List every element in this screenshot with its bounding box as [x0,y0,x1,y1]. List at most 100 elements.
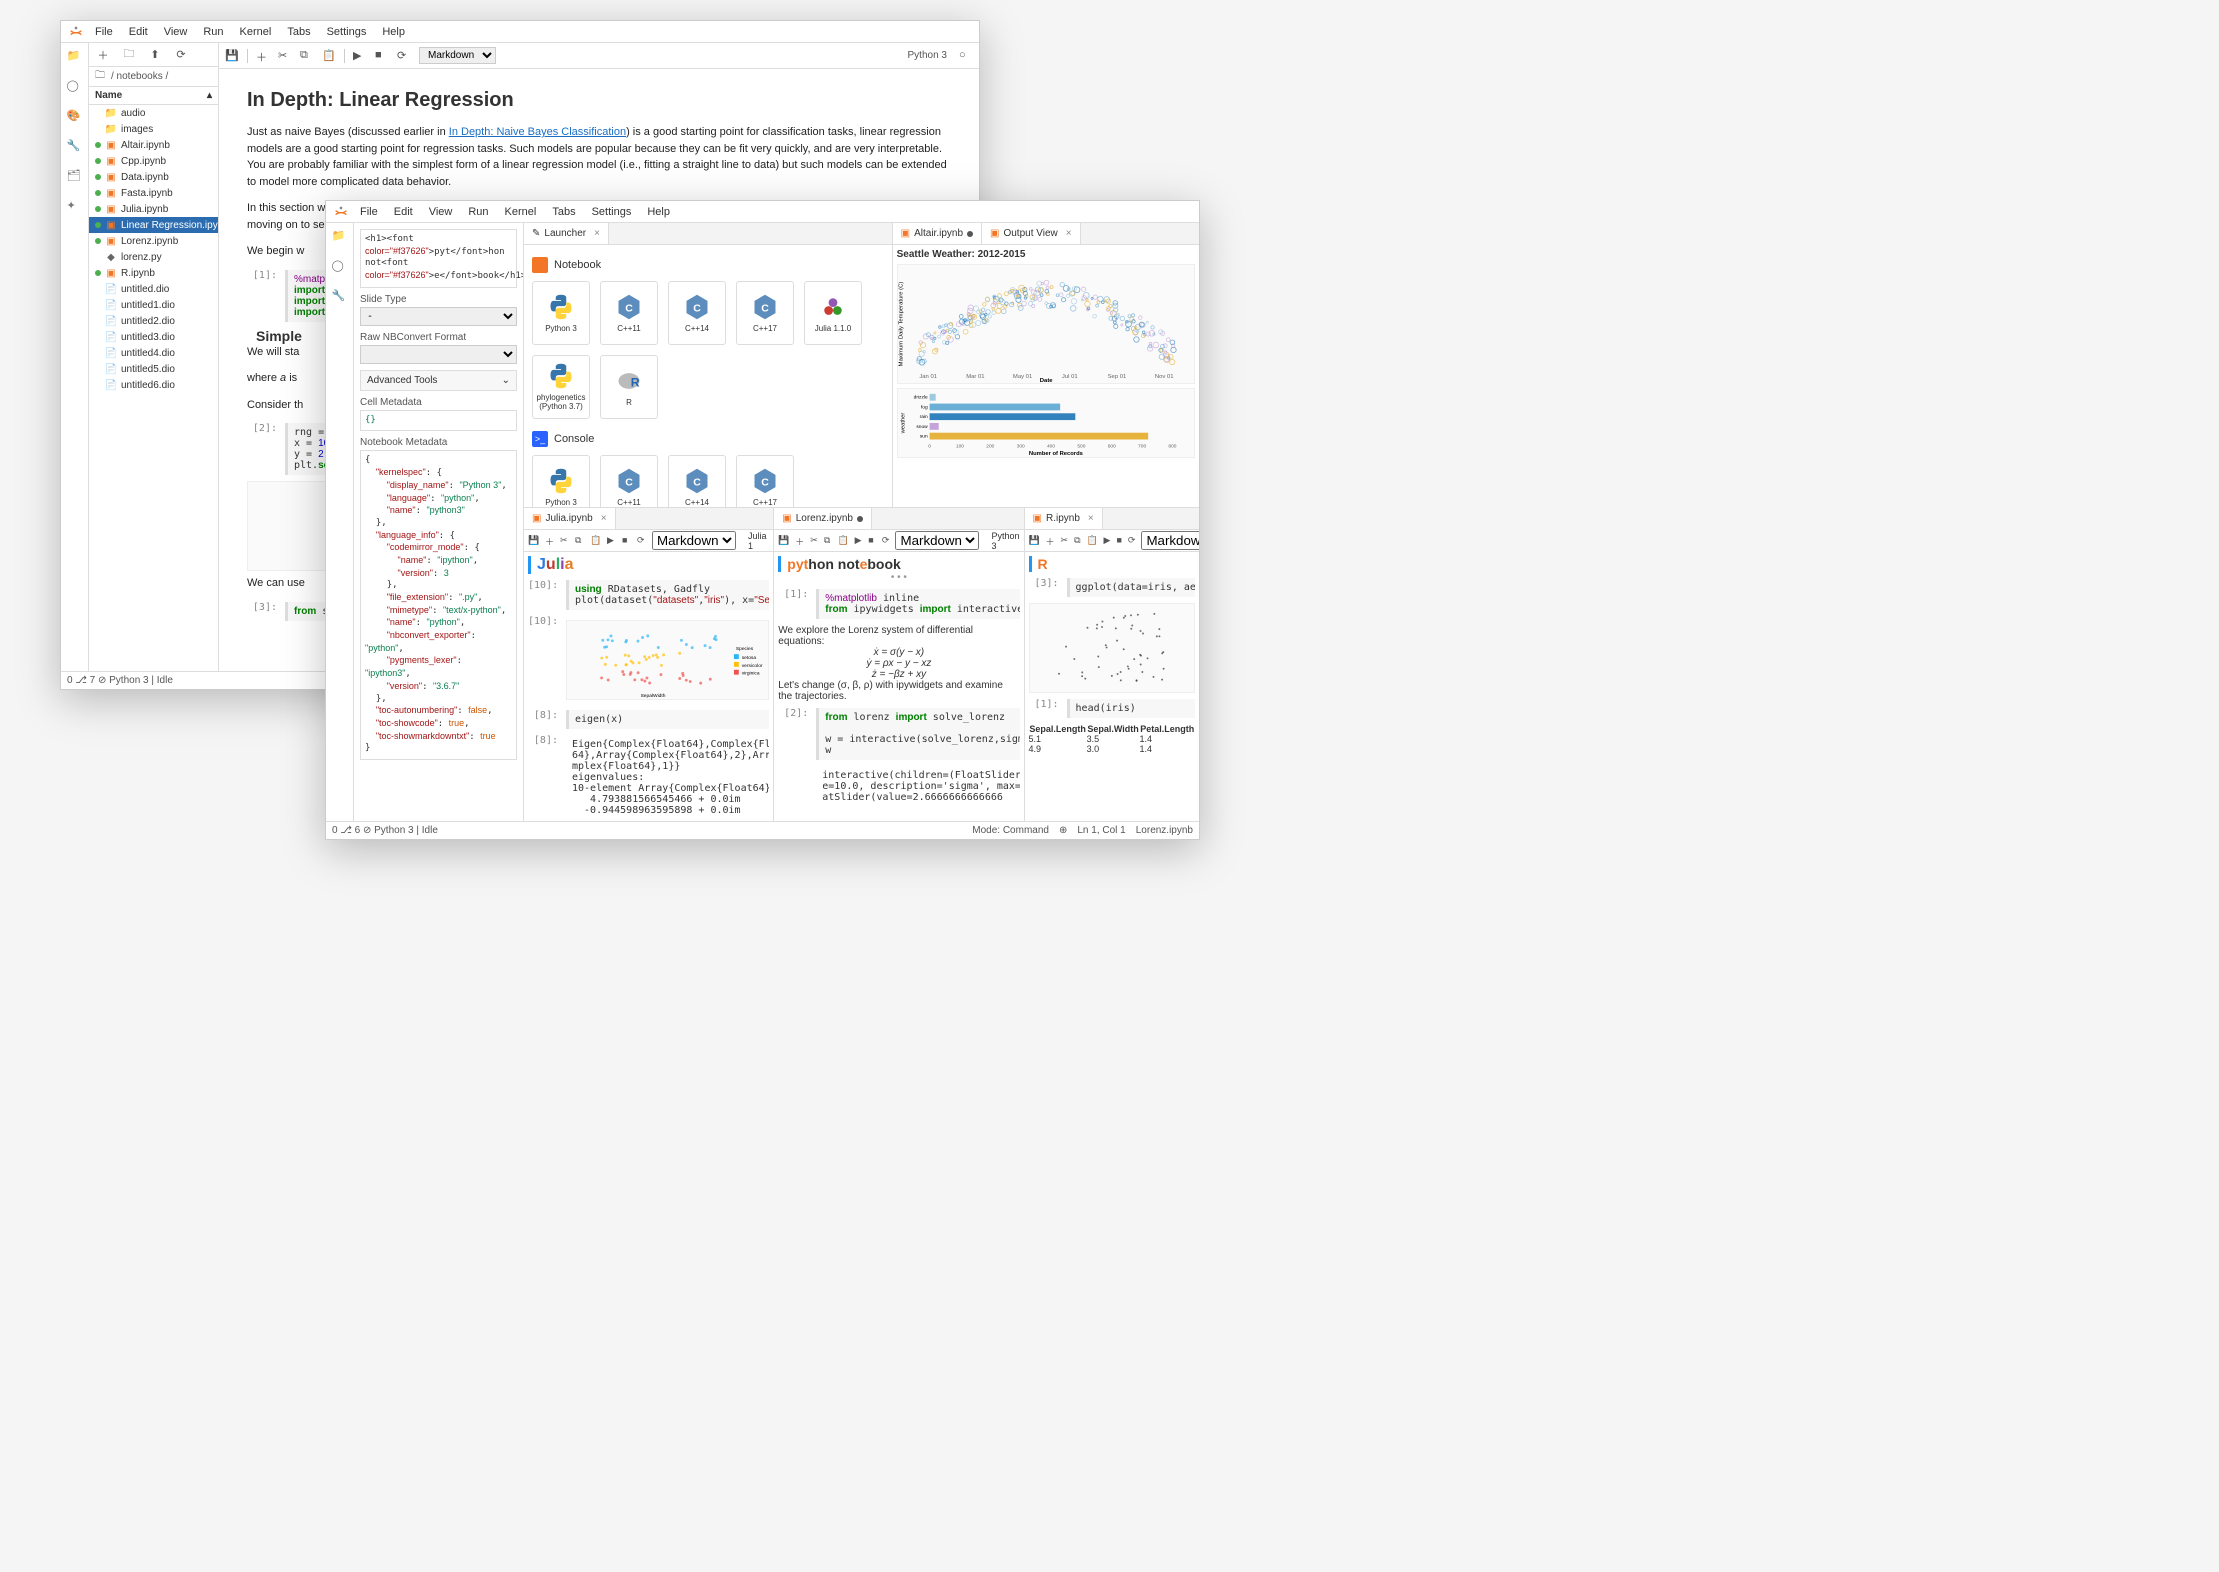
tabs-icon[interactable]: 🗂 [67,169,83,185]
breadcrumb-root-icon[interactable]: 🗀 [95,68,105,85]
folder-icon[interactable]: 📁 [332,229,348,245]
commands-icon[interactable]: 🎨 [67,109,83,125]
save-icon[interactable]: 💾 [778,535,789,546]
lorenz-tab[interactable]: ▣Lorenz.ipynb [774,508,872,529]
altair-tab[interactable]: ▣Altair.ipynb [893,223,982,244]
tools-icon[interactable]: 🔧 [67,139,83,155]
refresh-icon[interactable]: ⟳ [173,47,189,63]
code-cell[interactable]: from lorenz import solve_lorenz w = inte… [816,708,1019,760]
r-notebook[interactable]: R [3]:ggplot(data=iris, aes(x=Sepal.Len … [1025,552,1199,821]
launcher-card[interactable]: CC++14 [668,281,726,345]
file-item[interactable]: ▣Fasta.ipynb [89,185,218,201]
slide-type-select[interactable]: - [360,307,517,326]
stop-icon[interactable]: ■ [375,49,389,63]
code-cell[interactable]: head(iris) [1067,699,1195,718]
file-item[interactable]: ▣Data.ipynb [89,169,218,185]
cell-type-select[interactable]: Markdown [1141,531,1199,550]
launcher-card[interactable]: CC++17 [736,281,794,345]
code-cell[interactable]: using RDatasets, Gadfly plot(dataset("da… [566,580,769,610]
close-icon[interactable]: × [1062,228,1072,239]
file-item[interactable]: ▣Lorenz.ipynb [89,233,218,249]
new-launcher-icon[interactable]: ＋ [95,47,111,63]
restart-icon[interactable]: ⟳ [1128,535,1136,546]
menu-help[interactable]: Help [641,204,676,220]
save-icon[interactable]: 💾 [1029,535,1040,546]
upload-icon[interactable]: ⬆ [147,47,163,63]
cell-metadata-value[interactable]: {} [360,410,517,432]
file-item[interactable]: 📄untitled1.dio [89,297,218,313]
running-icon[interactable]: ◯ [332,259,348,275]
raw-format-select[interactable] [360,345,517,364]
julia-notebook[interactable]: Julia [10]:using RDatasets, Gadfly plot(… [524,552,773,821]
file-item[interactable]: ▣R.ipynb [89,265,218,281]
notebook-metadata-value[interactable]: { "kernelspec": { "display_name": "Pytho… [360,450,517,760]
close-icon[interactable]: × [597,513,607,524]
julia-tab[interactable]: ▣Julia.ipynb× [524,508,616,529]
running-icon[interactable]: ◯ [67,79,83,95]
paste-icon[interactable]: 📋 [590,535,601,546]
file-item[interactable]: 📄untitled5.dio [89,361,218,377]
kernel-name[interactable]: Julia 1 [748,531,769,551]
breadcrumb-path[interactable]: / notebooks / [111,71,168,82]
file-item[interactable]: ▣Julia.ipynb [89,201,218,217]
close-icon[interactable]: × [590,228,600,239]
add-cell-icon[interactable]: ＋ [545,535,554,546]
file-item[interactable]: ▣Cpp.ipynb [89,153,218,169]
save-icon[interactable]: 💾 [225,49,239,63]
save-icon[interactable]: 💾 [528,535,539,546]
add-cell-icon[interactable]: ＋ [256,49,270,63]
launcher-card[interactable]: Python 3 [532,455,590,507]
code-cell[interactable]: %matplotlib inline from ipywidgets impor… [816,589,1019,619]
stop-icon[interactable]: ■ [868,535,876,546]
extension-icon[interactable]: ✦ [67,199,83,215]
menu-view[interactable]: View [158,24,194,40]
launcher-card[interactable]: phylogenetics (Python 3.7) [532,355,590,419]
stop-icon[interactable]: ■ [622,535,631,546]
run-icon[interactable]: ▶ [353,49,367,63]
restart-icon[interactable]: ⟳ [882,535,890,546]
copy-icon[interactable]: ⧉ [824,535,832,546]
output-view-tab[interactable]: ▣Output View× [982,223,1081,244]
cell-type-select[interactable]: Markdown [419,47,496,64]
file-item[interactable]: 📄untitled.dio [89,281,218,297]
column-name[interactable]: Name [95,90,122,101]
launcher-tab[interactable]: ✎Launcher× [524,223,609,244]
menu-kernel[interactable]: Kernel [234,24,278,40]
launcher-card[interactable]: CC++14 [668,455,726,507]
copy-icon[interactable]: ⧉ [300,49,314,63]
run-icon[interactable]: ▶ [607,535,616,546]
menu-settings[interactable]: Settings [586,204,638,220]
kernel-name[interactable]: Python 3 [908,50,951,61]
paste-icon[interactable]: 📋 [1087,535,1098,546]
cut-icon[interactable]: ✂ [810,535,818,546]
paste-icon[interactable]: 📋 [838,535,849,546]
cut-icon[interactable]: ✂ [278,49,292,63]
menu-file[interactable]: File [89,24,119,40]
menu-settings[interactable]: Settings [321,24,373,40]
menu-run[interactable]: Run [462,204,494,220]
menu-tabs[interactable]: Tabs [281,24,316,40]
file-item[interactable]: 📄untitled4.dio [89,345,218,361]
kernel-name[interactable]: Python 3 [991,531,1019,551]
naive-bayes-link[interactable]: In Depth: Naive Bayes Classification [449,126,626,138]
file-item[interactable]: ◆lorenz.py [89,249,218,265]
r-tab[interactable]: ▣R.ipynb× [1025,508,1103,529]
launcher-card[interactable]: RR [600,355,658,419]
menu-edit[interactable]: Edit [388,204,419,220]
new-folder-icon[interactable]: 🗀 [121,47,137,63]
file-item[interactable]: 📁images [89,121,218,137]
menu-file[interactable]: File [354,204,384,220]
folder-icon[interactable]: 📁 [67,49,83,65]
file-item[interactable]: ▣Linear Regression.ipynb [89,217,218,233]
file-item[interactable]: 📁audio [89,105,218,121]
run-icon[interactable]: ▶ [1104,535,1111,546]
stop-icon[interactable]: ■ [1116,535,1121,546]
code-cell[interactable]: eigen(x) [566,710,769,729]
paste-icon[interactable]: 📋 [322,49,336,63]
advanced-tools-toggle[interactable]: Advanced Tools⌄ [360,370,517,391]
add-cell-icon[interactable]: ＋ [1046,535,1055,546]
menu-help[interactable]: Help [376,24,411,40]
launcher-card[interactable]: Julia 1.1.0 [804,281,862,345]
cell-type-select[interactable]: Markdown [652,531,736,550]
restart-icon[interactable]: ⟳ [397,49,411,63]
